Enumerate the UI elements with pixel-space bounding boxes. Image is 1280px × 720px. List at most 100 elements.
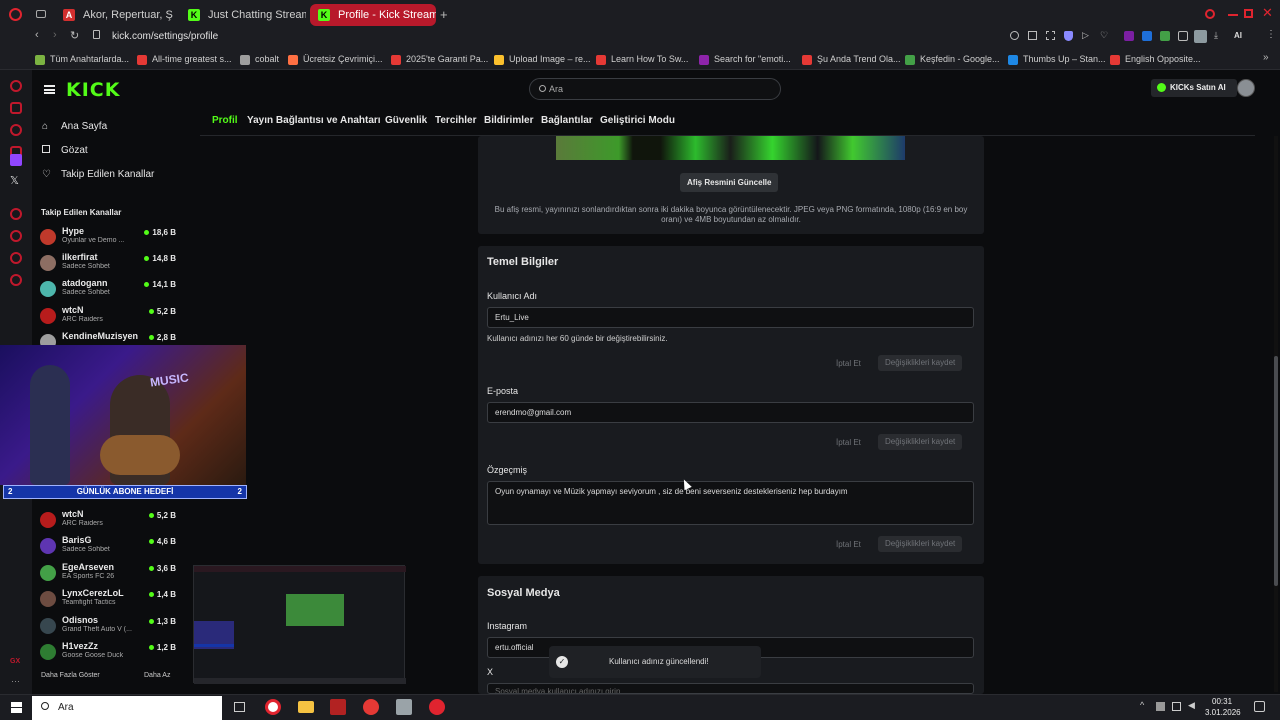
play-icon[interactable]: ▷ [1082,30,1089,41]
app-gray-icon[interactable] [396,699,412,715]
cancel-button[interactable]: İptal Et [836,540,861,549]
bookmark-0[interactable]: Tüm Anahtarlarda... [35,52,129,66]
url-field[interactable]: kick.com/settings/profile [112,31,218,42]
bookmark-11[interactable]: English Opposite... [1110,52,1201,66]
cancel-button[interactable]: İptal Et [836,359,861,368]
tab-connections[interactable]: Bağlantılar [541,115,593,126]
channel-item[interactable]: ilkerfirat Sadece Sohbet 14,8 B [32,252,182,278]
app-record-icon[interactable] [429,699,445,715]
nav-browse[interactable]: Gözat [42,145,88,156]
zoom-icon[interactable] [1010,31,1019,40]
chevron-up-icon[interactable]: ^ [1140,700,1144,710]
bookmark-10[interactable]: Thumbs Up – Stan... [1008,52,1106,66]
crop-icon[interactable] [1046,31,1055,40]
username-field[interactable]: Ertu_Live [487,307,974,328]
more-icon[interactable]: ··· [11,676,20,686]
download-green-icon[interactable] [1160,31,1170,41]
save-button[interactable]: Değişiklikleri kaydet [878,355,963,371]
snapshot-icon[interactable] [1028,31,1037,40]
opera-logo-icon[interactable] [9,8,22,21]
file-explorer-icon[interactable] [298,701,314,713]
whatsapp-icon[interactable] [10,124,22,136]
bookmark-3[interactable]: Ücretsiz Çevrimiçi... [288,52,383,66]
save-button[interactable]: Değişiklikleri kaydet [878,536,963,552]
forward-icon[interactable]: › [53,29,57,41]
menu-icon[interactable]: ⋮ [1266,29,1276,40]
aria-icon[interactable] [10,80,22,92]
bookmark-8[interactable]: Şu Anda Trend Ola... [802,52,901,66]
tab-2-active[interactable]: K Profile - Kick Streaming [310,4,436,26]
kick-logo[interactable]: KICK [66,79,120,101]
notifications-icon[interactable] [1254,701,1265,712]
shield-icon[interactable] [1064,31,1073,41]
youtube-music-icon[interactable] [363,699,379,715]
bookmark-2[interactable]: cobalt [240,52,279,66]
settings-icon[interactable] [10,274,22,286]
opera-taskbar-icon[interactable] [265,699,281,715]
channel-item[interactable]: H1vezZz Goose Goose Duck 1,2 B [32,641,182,667]
task-view-icon[interactable] [234,702,245,712]
channel-item[interactable]: EgeArseven EA Sports FC 26 3,6 B [32,562,182,588]
channel-item[interactable]: Odisnos Grand Theft Auto V (... 1,3 B [32,615,182,641]
x-icon[interactable]: 𝕏 [10,174,19,187]
search-input[interactable]: Ara [549,84,563,94]
close-window-button[interactable]: ✕ [1262,5,1273,21]
channel-item[interactable]: Hype Oyunlar ve Demo ... 18,6 B [32,226,182,252]
buy-kicks-button[interactable]: KICKs Satın Al [1151,79,1237,97]
tray-app-icon[interactable] [1156,702,1165,711]
cancel-button[interactable]: İptal Et [836,438,861,447]
downloads-icon[interactable]: ⤓ [1214,30,1218,41]
reload-icon[interactable]: ↻ [70,29,79,42]
clock-date[interactable]: 3.01.2026 [1205,708,1241,717]
user-avatar[interactable] [1237,79,1255,97]
player-icon[interactable] [10,208,22,220]
nav-following[interactable]: ♡ Takip Edilen Kanallar [42,169,154,180]
history-icon[interactable] [10,230,22,242]
minimize-button[interactable] [1228,14,1238,16]
tab-0[interactable]: A Akor, Repertuar, Şarkı Söz [55,4,173,26]
profile-avatar-icon[interactable] [1194,30,1207,43]
app-red-icon[interactable] [330,699,346,715]
taskbar-search[interactable]: Ara [32,696,222,720]
bookmark-6[interactable]: Learn How To Sw... [596,52,688,66]
translate-icon[interactable] [1142,31,1152,41]
tab-security[interactable]: Güvenlik [385,115,427,126]
tab-stream-key[interactable]: Yayın Bağlantısı ve Anahtarı [247,115,381,126]
nav-home[interactable]: ⌂ Ana Sayfa [42,121,107,132]
ai-button[interactable]: AI [1234,31,1242,40]
extension-purple-icon[interactable] [1124,31,1134,41]
back-icon[interactable]: ‹ [35,29,39,41]
bookmark-7[interactable]: Search for "emoti... [699,52,791,66]
search-tabs-icon[interactable] [1205,9,1215,19]
network-icon[interactable] [1172,702,1181,711]
scrollbar-thumb[interactable] [1274,356,1278,586]
tab-developer[interactable]: Geliştirici Modu [600,115,675,126]
bookmark-4[interactable]: 2025'te Garanti Pa... [391,52,488,66]
show-less-link[interactable]: Daha Az [144,672,170,679]
bookmark-1[interactable]: All-time greatest s... [137,52,232,66]
heart-icon[interactable]: ♡ [1100,30,1108,41]
bookmark-5[interactable]: Upload Image – re... [494,52,591,66]
search-box[interactable]: Ara [529,78,781,100]
update-banner-button[interactable]: Afiş Resmini Güncelle [680,173,779,192]
tab-1[interactable]: K Just Chatting Streaming - [180,4,306,26]
workspaces-icon[interactable] [36,10,46,18]
windows-start-icon[interactable] [11,702,22,713]
channel-item[interactable]: BarisG Sadece Sohbet 4,6 B [32,535,182,561]
extensions-icon[interactable] [10,252,22,264]
show-more-link[interactable]: Daha Fazla Göster [41,672,100,679]
hamburger-icon[interactable] [44,85,55,94]
channel-item[interactable]: atadogann Sadece Sohbet 14,1 B [32,278,182,304]
save-button[interactable]: Değişiklikleri kaydet [878,434,963,450]
channel-item[interactable]: wtcN ARC Raiders 5,2 B [32,305,182,331]
clock-time[interactable]: 00:31 [1212,697,1232,706]
more-bookmarks-icon[interactable]: » [1263,52,1269,63]
new-tab-button[interactable]: + [440,7,448,22]
channel-item[interactable]: LynxCerezLoL Teamfight Tactics 1,4 B [32,588,182,614]
tab-notifications[interactable]: Bildirimler [484,115,533,126]
twitch-icon[interactable] [10,154,22,166]
taskbar-search-input[interactable]: Ara [58,702,74,713]
email-field[interactable]: erendmo@gmail.com [487,402,974,423]
tab-profil[interactable]: Profil [212,115,238,126]
bio-textarea[interactable]: Oyun oynamayı ve Müzik yapmayı seviyorum… [487,481,974,525]
